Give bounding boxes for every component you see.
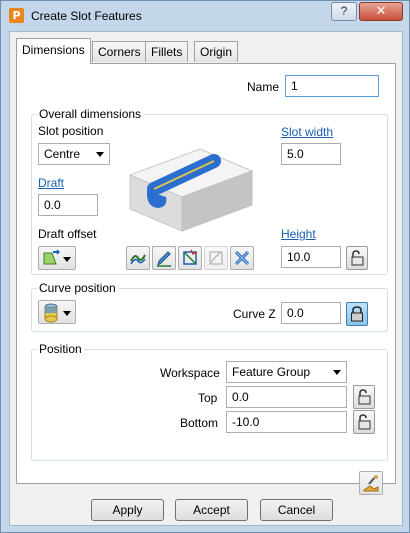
curve-position-title: Curve position <box>37 281 118 295</box>
chevron-down-icon <box>63 257 71 262</box>
cylinder-icon <box>44 303 58 323</box>
dialog-window: P Create Slot Features ? ✕ Dimensions Co… <box>0 0 410 533</box>
select-curve-button[interactable] <box>178 246 202 270</box>
edit-curve-icon <box>157 251 171 267</box>
tab-fillets[interactable]: Fillets <box>145 41 189 62</box>
workspace-value: Feature Group <box>232 365 311 379</box>
top-label: Top <box>198 391 218 405</box>
slot-width-link[interactable]: Slot width <box>281 125 333 139</box>
apply-position-icon <box>363 475 379 492</box>
deselect-curve-icon <box>209 251 223 265</box>
close-button[interactable]: ✕ <box>359 2 403 21</box>
curve-position-group: Curve position Curve Z 0.0 <box>31 281 388 332</box>
window-title: Create Slot Features <box>31 9 142 23</box>
title-bar[interactable]: P Create Slot Features ? ✕ <box>1 1 409 31</box>
chevron-down-icon <box>96 152 104 157</box>
bottom-field[interactable]: -10.0 <box>226 411 347 433</box>
slot-position-label: Slot position <box>38 124 104 138</box>
top-lock-button[interactable] <box>353 385 375 409</box>
edit-curve-button[interactable] <box>152 246 176 270</box>
delete-curve-button[interactable] <box>230 246 254 270</box>
apply-position-button[interactable] <box>359 471 383 495</box>
curve-z-field[interactable]: 0.0 <box>281 302 341 324</box>
draft-offset-icon <box>43 249 60 265</box>
curve-button[interactable] <box>126 246 150 270</box>
slot-position-value: Centre <box>44 147 81 161</box>
draft-link[interactable]: Draft <box>38 176 64 190</box>
lock-closed-icon <box>351 306 363 322</box>
select-curve-icon <box>183 249 198 265</box>
overall-dimensions-title: Overall dimensions <box>37 107 144 121</box>
height-lock-button[interactable] <box>346 246 368 270</box>
curve-z-label: Curve Z <box>233 307 276 321</box>
app-icon: P <box>9 8 24 23</box>
chevron-down-icon <box>63 311 71 316</box>
accept-button[interactable]: Accept <box>175 499 248 521</box>
position-title: Position <box>37 342 84 356</box>
dialog-body: Dimensions Corners Fillets Origin Name 1… <box>9 31 403 526</box>
delete-curve-icon <box>234 250 250 266</box>
tab-corners[interactable]: Corners <box>92 41 147 62</box>
name-field[interactable]: 1 <box>285 75 379 97</box>
slot-position-select[interactable]: Centre <box>38 143 110 165</box>
lock-open-icon <box>358 389 371 405</box>
height-field[interactable]: 10.0 <box>281 246 341 268</box>
overall-dimensions-group: Overall dimensions Slot position Centre … <box>31 107 388 275</box>
slot-width-field[interactable]: 5.0 <box>281 143 341 165</box>
tab-origin[interactable]: Origin <box>194 41 239 62</box>
bottom-lock-button[interactable] <box>353 410 375 434</box>
curve-position-select[interactable] <box>38 300 76 324</box>
deselect-curve-button[interactable] <box>204 246 228 270</box>
height-link[interactable]: Height <box>281 227 316 241</box>
curve-z-lock-button[interactable] <box>346 302 368 326</box>
lock-open-icon <box>351 250 364 266</box>
draft-offset-select[interactable] <box>38 246 76 270</box>
workspace-label: Workspace <box>160 366 220 380</box>
curve-icon <box>130 254 146 265</box>
top-field[interactable]: 0.0 <box>226 386 347 408</box>
position-group: Position Workspace Feature Group Top 0.0… <box>31 342 388 461</box>
draft-field[interactable]: 0.0 <box>38 194 98 216</box>
tab-dimensions[interactable]: Dimensions <box>16 38 91 64</box>
draft-offset-label: Draft offset <box>38 227 97 241</box>
workspace-select[interactable]: Feature Group <box>226 361 347 383</box>
apply-button[interactable]: Apply <box>91 499 164 521</box>
chevron-down-icon <box>333 370 341 375</box>
lock-open-icon <box>358 414 371 430</box>
help-button[interactable]: ? <box>331 2 357 21</box>
tab-panel-dimensions: Name 1 Overall dimensions Slot position … <box>16 63 396 495</box>
cancel-button[interactable]: Cancel <box>260 499 333 521</box>
name-label: Name <box>247 80 280 94</box>
slot-preview-image <box>128 148 254 232</box>
bottom-label: Bottom <box>180 416 219 430</box>
